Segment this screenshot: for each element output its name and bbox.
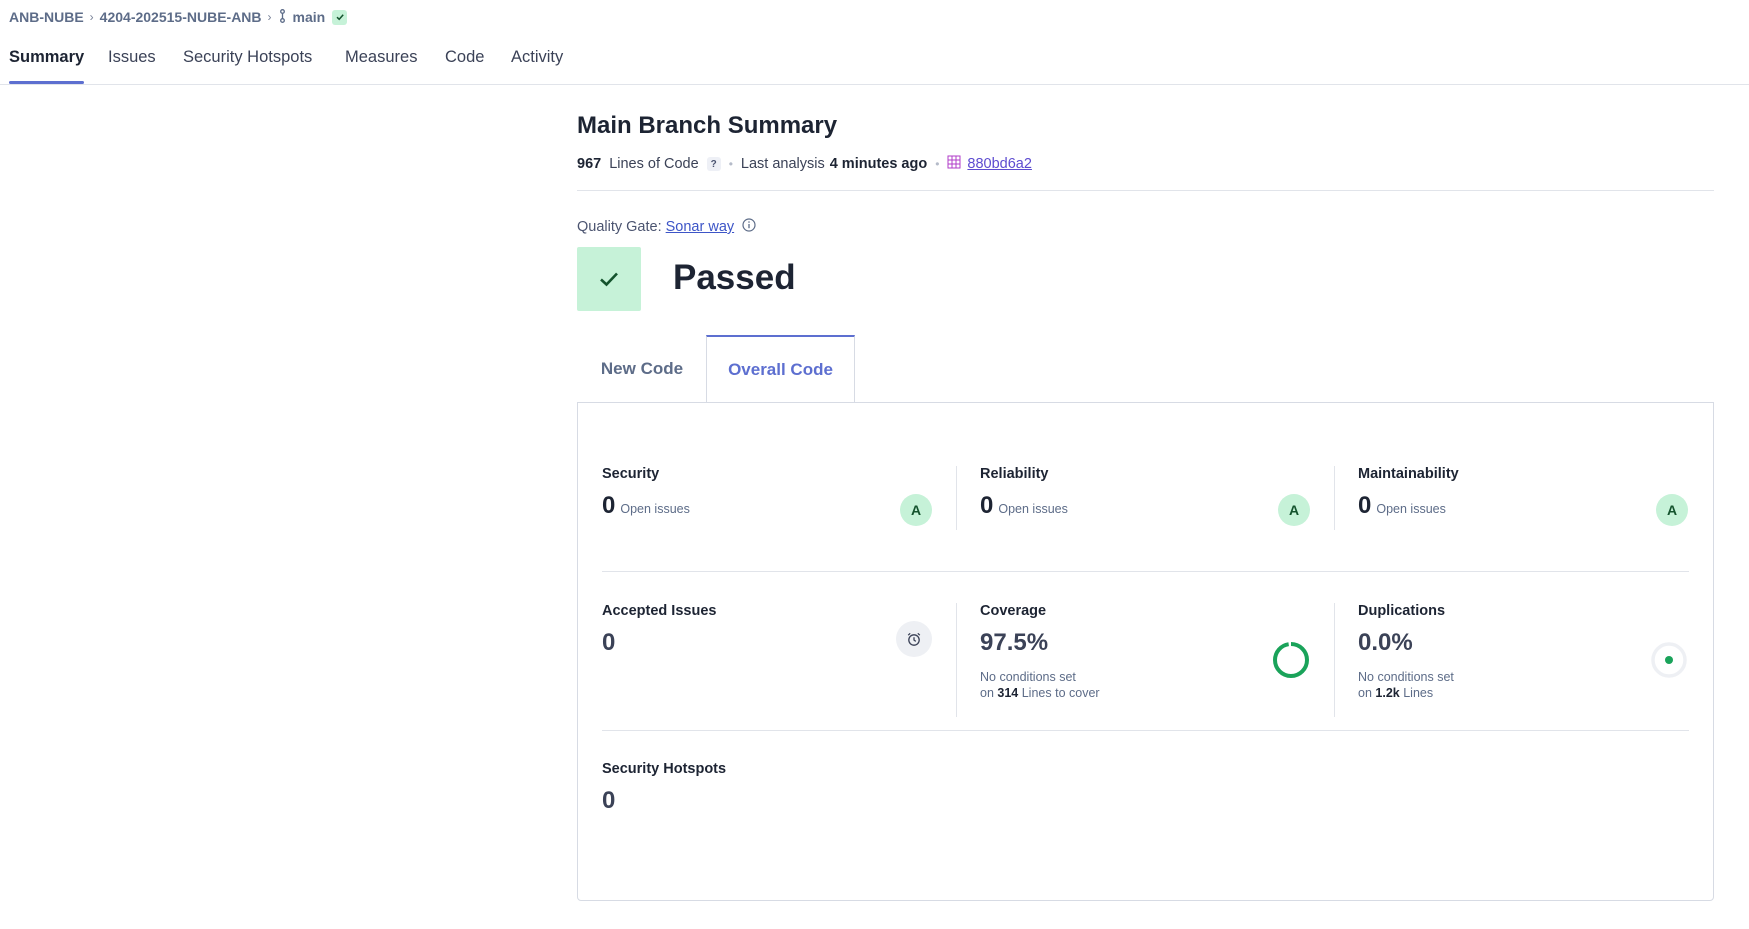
divider <box>1334 466 1335 530</box>
tab-activity[interactable]: Activity <box>511 48 563 84</box>
metric-maintainability[interactable]: Maintainability 0 Open issues A <box>1358 466 1712 530</box>
quality-gate-prefix: Quality Gate: <box>577 219 662 235</box>
chevron-right-icon: › <box>267 10 272 24</box>
note-line: on 314 Lines to cover <box>980 685 1334 701</box>
quality-gate-status: Passed <box>673 258 796 297</box>
tab-issues[interactable]: Issues <box>108 48 156 84</box>
divider <box>956 466 957 530</box>
metric-title: Maintainability <box>1358 466 1459 482</box>
quality-gate-label: Quality Gate: Sonar way <box>577 218 756 236</box>
coverage-ring-arc <box>1273 642 1309 678</box>
loc-label: Lines of Code <box>609 156 699 172</box>
quality-gate-link[interactable]: Sonar way <box>666 219 735 235</box>
divider <box>602 730 1689 731</box>
metric-value[interactable]: 0 <box>602 492 615 520</box>
commit-grid-icon <box>947 155 961 173</box>
note-on: on <box>980 686 994 700</box>
note-count: 314 <box>997 686 1019 700</box>
breadcrumb: ANB-NUBE › 4204-202515-NUBE-ANB › main <box>9 7 348 27</box>
tab-measures[interactable]: Measures <box>345 48 417 84</box>
metric-sub: Open issues <box>620 502 690 516</box>
metric-value[interactable]: 0 <box>1358 492 1371 520</box>
metric-value[interactable]: 97.5% <box>980 629 1048 657</box>
duplication-dot-icon <box>1650 641 1688 684</box>
branch-icon <box>278 8 287 26</box>
metric-title: Duplications <box>1358 603 1446 619</box>
tab-summary[interactable]: Summary <box>9 48 85 84</box>
check-icon <box>332 9 348 25</box>
info-icon[interactable] <box>742 218 756 236</box>
metric-security-hotspots[interactable]: Security Hotspots 0 <box>602 761 956 831</box>
metric-value[interactable]: 0 <box>602 787 615 815</box>
note-line: on 1.2k Lines <box>1358 685 1712 701</box>
main-nav: Summary Issues Security Hotspots Measure… <box>0 42 1749 85</box>
metric-sub: Open issues <box>1376 502 1446 516</box>
help-icon[interactable]: ? <box>706 157 721 171</box>
divider <box>577 190 1714 191</box>
metric-sub: Open issues <box>998 502 1068 516</box>
alarm-clock-icon <box>896 621 932 657</box>
metric-title: Accepted Issues <box>602 603 717 619</box>
metric-security[interactable]: Security 0 Open issues A <box>602 466 956 530</box>
tab-new-code[interactable]: New Code <box>577 335 707 402</box>
rating-badge[interactable]: A <box>1278 494 1310 526</box>
quality-gate-check-icon <box>577 247 641 311</box>
coverage-ring-icon <box>1272 641 1310 684</box>
tab-code[interactable]: Code <box>445 48 484 84</box>
separator-dot: • <box>935 157 940 171</box>
note-tail: Lines to cover <box>1021 686 1100 700</box>
metric-value[interactable]: 0.0% <box>1358 629 1413 657</box>
note-tail: Lines <box>1403 686 1434 700</box>
metric-duplications[interactable]: Duplications 0.0% No conditions set on 1… <box>1358 603 1712 717</box>
last-analysis-label: Last analysis <box>740 156 825 172</box>
breadcrumb-project[interactable]: 4204-202515-NUBE-ANB <box>100 9 262 25</box>
note-count: 1.2k <box>1375 686 1400 700</box>
metric-coverage[interactable]: Coverage 97.5% No conditions set on 314 … <box>980 603 1334 717</box>
divider <box>1334 603 1335 717</box>
breadcrumb-org[interactable]: ANB-NUBE <box>9 9 84 25</box>
chevron-right-icon: › <box>89 10 94 24</box>
last-analysis-value: 4 minutes ago <box>829 156 928 172</box>
metric-value[interactable]: 0 <box>980 492 993 520</box>
separator-dot: • <box>728 157 733 171</box>
note-on: on <box>1358 686 1372 700</box>
metrics-card: Security 0 Open issues A Reliability 0 O… <box>577 402 1714 901</box>
metric-reliability[interactable]: Reliability 0 Open issues A <box>980 466 1334 530</box>
loc-value: 967 <box>577 156 602 172</box>
metric-accepted-issues[interactable]: Accepted Issues 0 <box>602 603 956 717</box>
tab-security-hotspots[interactable]: Security Hotspots <box>183 48 312 84</box>
metric-row: 0 <box>602 787 956 815</box>
breadcrumb-branch[interactable]: main <box>293 9 326 25</box>
rating-badge[interactable]: A <box>1656 494 1688 526</box>
rating-badge[interactable]: A <box>900 494 932 526</box>
tab-overall-code[interactable]: Overall Code <box>706 335 855 402</box>
metric-title: Reliability <box>980 466 1049 482</box>
metric-title: Coverage <box>980 603 1047 619</box>
metric-title: Security <box>602 466 660 482</box>
divider <box>956 603 957 717</box>
commit-link[interactable]: 880bd6a2 <box>967 156 1032 172</box>
analysis-meta: 967 Lines of Code ? • Last analysis 4 mi… <box>577 155 1032 173</box>
divider <box>602 571 1689 572</box>
metric-value[interactable]: 0 <box>602 629 615 657</box>
metric-title: Security Hotspots <box>602 761 727 777</box>
page-title: Main Branch Summary <box>577 112 838 139</box>
